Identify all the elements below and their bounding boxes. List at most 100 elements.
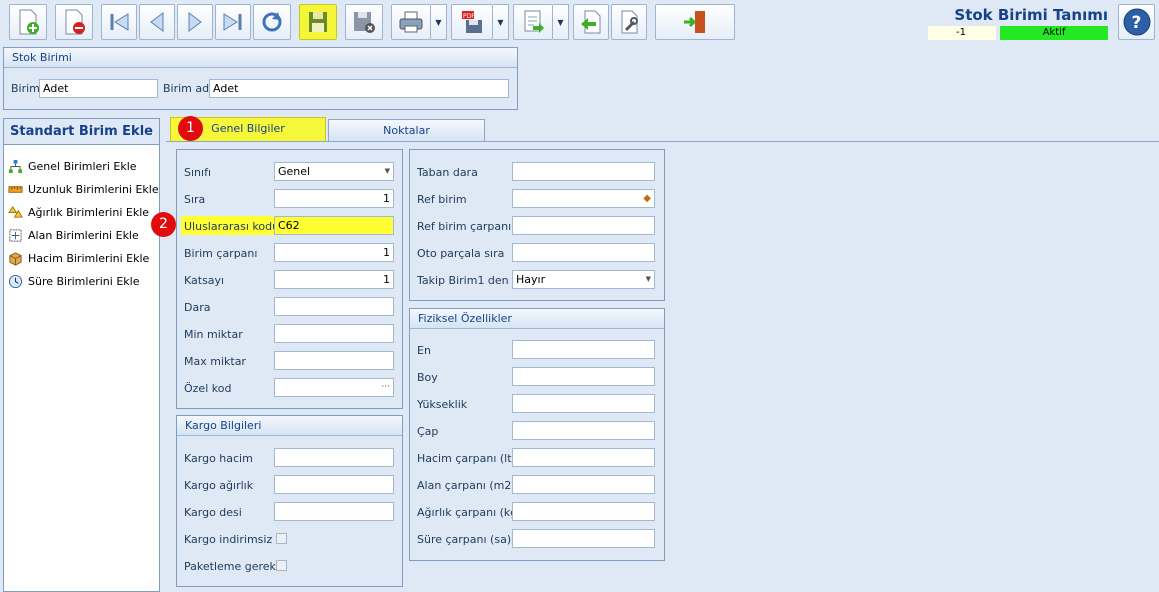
katsayi-input[interactable]: 1 bbox=[274, 270, 394, 289]
birim-carpani-input[interactable]: 1 bbox=[274, 243, 394, 262]
help-button[interactable]: ? bbox=[1118, 4, 1155, 40]
uzunluk-birimleri-ekle-label: Uzunluk Birimlerini Ekle bbox=[28, 182, 159, 196]
birim-adi-input[interactable]: Adet bbox=[209, 79, 509, 98]
svg-text:?: ? bbox=[1131, 13, 1141, 33]
dara-label: Dara bbox=[184, 301, 211, 314]
hierarchy-icon bbox=[8, 159, 23, 173]
stok-birimi-title: Stok Birimi bbox=[4, 48, 517, 68]
genel-birimleri-ekle-link[interactable]: Genel Birimleri Ekle bbox=[8, 157, 137, 175]
boy-input[interactable] bbox=[512, 367, 655, 386]
ref-birim-input[interactable]: ◆ bbox=[512, 189, 655, 208]
refresh-button[interactable] bbox=[253, 4, 291, 40]
hacim-carpani-label: Hacim çarpanı (lt) bbox=[417, 452, 516, 465]
dara-input[interactable] bbox=[274, 297, 394, 316]
cap-label: Çap bbox=[417, 425, 439, 438]
cap-input[interactable] bbox=[512, 421, 655, 440]
takip-birim-value: Hayır bbox=[516, 273, 546, 286]
page-title: Stok Birimi Tanımı bbox=[954, 6, 1108, 24]
refresh-icon bbox=[262, 12, 282, 32]
previous-record-button[interactable] bbox=[139, 4, 175, 40]
agirlik-birimleri-ekle-label: Ağırlık Birimlerini Ekle bbox=[28, 205, 150, 219]
save-button[interactable] bbox=[299, 4, 337, 40]
export-pdf-button[interactable]: PDF bbox=[451, 4, 493, 40]
last-icon bbox=[223, 13, 242, 31]
taban-dara-input[interactable] bbox=[512, 162, 655, 181]
ellipsis-button[interactable]: ··· bbox=[381, 379, 390, 396]
hacim-carpani-input[interactable] bbox=[512, 448, 655, 467]
import-dropdown[interactable]: ▼ bbox=[553, 4, 569, 40]
alan-birimleri-ekle-link[interactable]: Alan Birimlerini Ekle bbox=[8, 226, 139, 244]
print-button[interactable] bbox=[391, 4, 431, 40]
sure-birimleri-ekle-label: Süre Birimlerini Ekle bbox=[28, 274, 140, 288]
save-close-button[interactable] bbox=[345, 4, 383, 40]
kargo-agirlik-input[interactable] bbox=[274, 475, 394, 494]
alan-carpani-input[interactable] bbox=[512, 475, 655, 494]
print-dropdown[interactable]: ▼ bbox=[431, 4, 447, 40]
hacim-birimleri-ekle-link[interactable]: Hacim Birimlerini Ekle bbox=[8, 249, 149, 267]
standart-birim-title: Standart Birim Ekle bbox=[4, 119, 159, 145]
first-record-button[interactable] bbox=[101, 4, 137, 40]
ozel-kod-input[interactable]: ··· bbox=[274, 378, 394, 397]
alan-carpani-label: Alan çarpanı (m2) bbox=[417, 479, 516, 492]
agirlik-carpani-label: Ağırlık çarpanı (kg) bbox=[417, 506, 522, 519]
oto-parca-sira-label: Oto parçala sıra bbox=[417, 247, 505, 260]
standart-birim-panel: Standart Birim Ekle Genel Birimleri Ekle… bbox=[3, 118, 160, 592]
tools-button[interactable] bbox=[611, 4, 647, 40]
min-miktar-input[interactable] bbox=[274, 324, 394, 343]
help-icon: ? bbox=[1123, 8, 1150, 36]
ref-birim-carpani-input[interactable] bbox=[512, 216, 655, 235]
printer-icon bbox=[399, 11, 423, 33]
delete-document-icon bbox=[65, 9, 85, 35]
previous-icon bbox=[150, 12, 164, 32]
alan-birimleri-ekle-label: Alan Birimlerini Ekle bbox=[28, 228, 139, 242]
yukseklik-input[interactable] bbox=[512, 394, 655, 413]
save-close-icon bbox=[354, 12, 375, 33]
sure-carpani-input[interactable] bbox=[512, 529, 655, 548]
next-record-button[interactable] bbox=[177, 4, 213, 40]
paketleme-checkbox[interactable] bbox=[276, 560, 287, 571]
takip-birim-select[interactable]: Hayır ▼ bbox=[512, 270, 655, 289]
fiziksel-group: Fiziksel Özellikler En Boy Yükseklik Çap… bbox=[409, 308, 665, 561]
tab-noktalar[interactable]: Noktalar bbox=[328, 119, 485, 141]
chevron-down-icon: ▼ bbox=[384, 167, 390, 175]
kargo-hacim-input[interactable] bbox=[274, 448, 394, 467]
exit-button[interactable] bbox=[655, 4, 735, 40]
uzunluk-birimleri-ekle-link[interactable]: Uzunluk Birimlerini Ekle bbox=[8, 180, 159, 198]
sinifi-select[interactable]: Genel ▼ bbox=[274, 162, 394, 181]
ref-birim-carpani-label: Ref birim çarpanı bbox=[417, 220, 512, 233]
oto-parca-sira-input[interactable] bbox=[512, 243, 655, 262]
last-record-button[interactable] bbox=[215, 4, 251, 40]
sinifi-label: Sınıfı bbox=[184, 166, 211, 179]
ruler-icon bbox=[8, 185, 23, 193]
export-dropdown[interactable]: ▼ bbox=[493, 4, 509, 40]
document-back-icon bbox=[581, 10, 601, 34]
import-button[interactable] bbox=[513, 4, 553, 40]
sure-carpani-label: Süre çarpanı (sa) bbox=[417, 533, 512, 546]
katsayi-label: Katsayı bbox=[184, 274, 225, 287]
delete-record-button[interactable] bbox=[55, 4, 93, 40]
chevron-down-icon: ▼ bbox=[645, 275, 651, 283]
back-button[interactable] bbox=[573, 4, 609, 40]
tag-icon[interactable]: ◆ bbox=[643, 190, 651, 207]
step-badge-2: 2 bbox=[151, 212, 176, 237]
max-miktar-input[interactable] bbox=[274, 351, 394, 370]
agirlik-carpani-input[interactable] bbox=[512, 502, 655, 521]
min-miktar-label: Min miktar bbox=[184, 328, 243, 341]
birim-input[interactable]: Adet bbox=[39, 79, 158, 98]
save-icon bbox=[309, 12, 327, 32]
kargo-indirimsiz-checkbox[interactable] bbox=[276, 533, 287, 544]
sure-birimleri-ekle-link[interactable]: Süre Birimlerini Ekle bbox=[8, 272, 139, 290]
sira-input[interactable]: 1 bbox=[274, 189, 394, 208]
kargo-hacim-label: Kargo hacim bbox=[184, 452, 253, 465]
agirlik-birimleri-ekle-link[interactable]: Ağırlık Birimlerini Ekle bbox=[8, 203, 149, 221]
uluslararasi-input[interactable]: C62 bbox=[274, 216, 394, 235]
box-icon bbox=[9, 251, 22, 266]
sira-label: Sıra bbox=[184, 193, 206, 206]
new-record-button[interactable] bbox=[9, 4, 47, 40]
kargo-desi-input[interactable] bbox=[274, 502, 394, 521]
kargo-group: Kargo Bilgileri Kargo hacim Kargo ağırlı… bbox=[176, 415, 403, 587]
fiziksel-title: Fiziksel Özellikler bbox=[410, 309, 664, 329]
clock-icon bbox=[8, 274, 23, 288]
general-group: Sınıfı Genel ▼ Sıra 1 Uluslararası kodu … bbox=[176, 149, 403, 409]
en-input[interactable] bbox=[512, 340, 655, 359]
